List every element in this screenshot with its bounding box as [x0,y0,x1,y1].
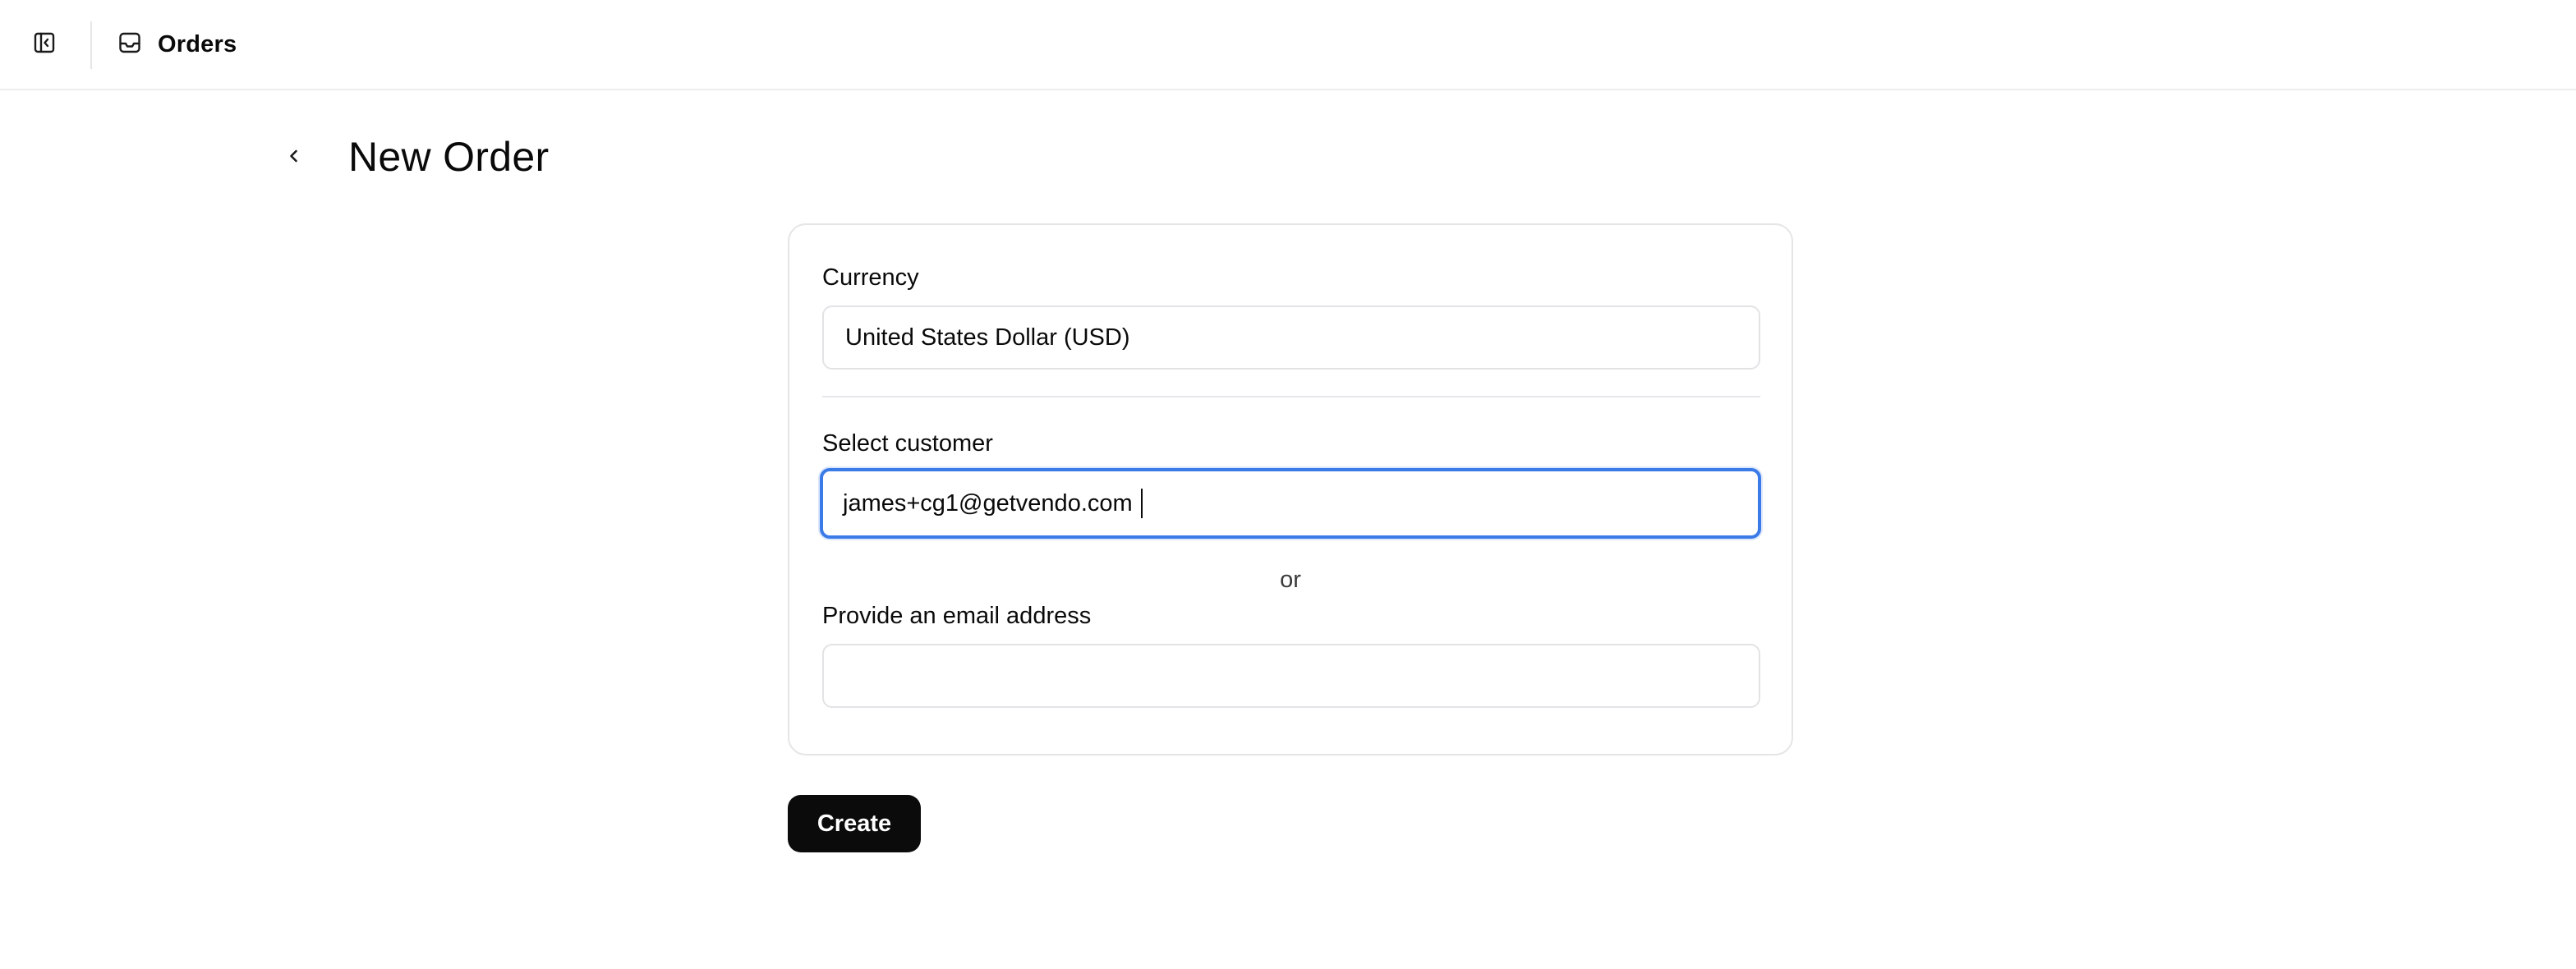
text-caret [1140,489,1143,518]
email-label: Provide an email address [822,603,1092,629]
inbox-icon [118,31,141,58]
sidebar-toggle-button[interactable] [21,21,67,67]
customer-search-input[interactable]: james+cg1@getvendo.com [820,468,1761,539]
chevron-left-icon [285,147,303,169]
topbar-divider [90,21,92,69]
form-divider [822,396,1760,397]
create-button[interactable]: Create [788,795,921,852]
select-customer-label: Select customer [822,430,993,457]
currency-select[interactable]: United States Dollar (USD) [822,305,1760,370]
sidebar-toggle-icon [34,32,55,57]
currency-label: Currency [822,264,919,291]
top-bar: Orders [0,0,2576,90]
new-order-form-card: Currency United States Dollar (USD) Sele… [788,223,1793,755]
or-divider-text: or [1280,567,1301,593]
customer-input-value: james+cg1@getvendo.com [843,489,1133,517]
breadcrumb-orders: Orders [158,30,237,57]
currency-value: United States Dollar (USD) [845,324,1130,351]
back-button[interactable] [271,135,317,181]
page-title: New Order [348,134,550,180]
email-input[interactable] [822,644,1760,708]
breadcrumb[interactable]: Orders [118,23,237,66]
